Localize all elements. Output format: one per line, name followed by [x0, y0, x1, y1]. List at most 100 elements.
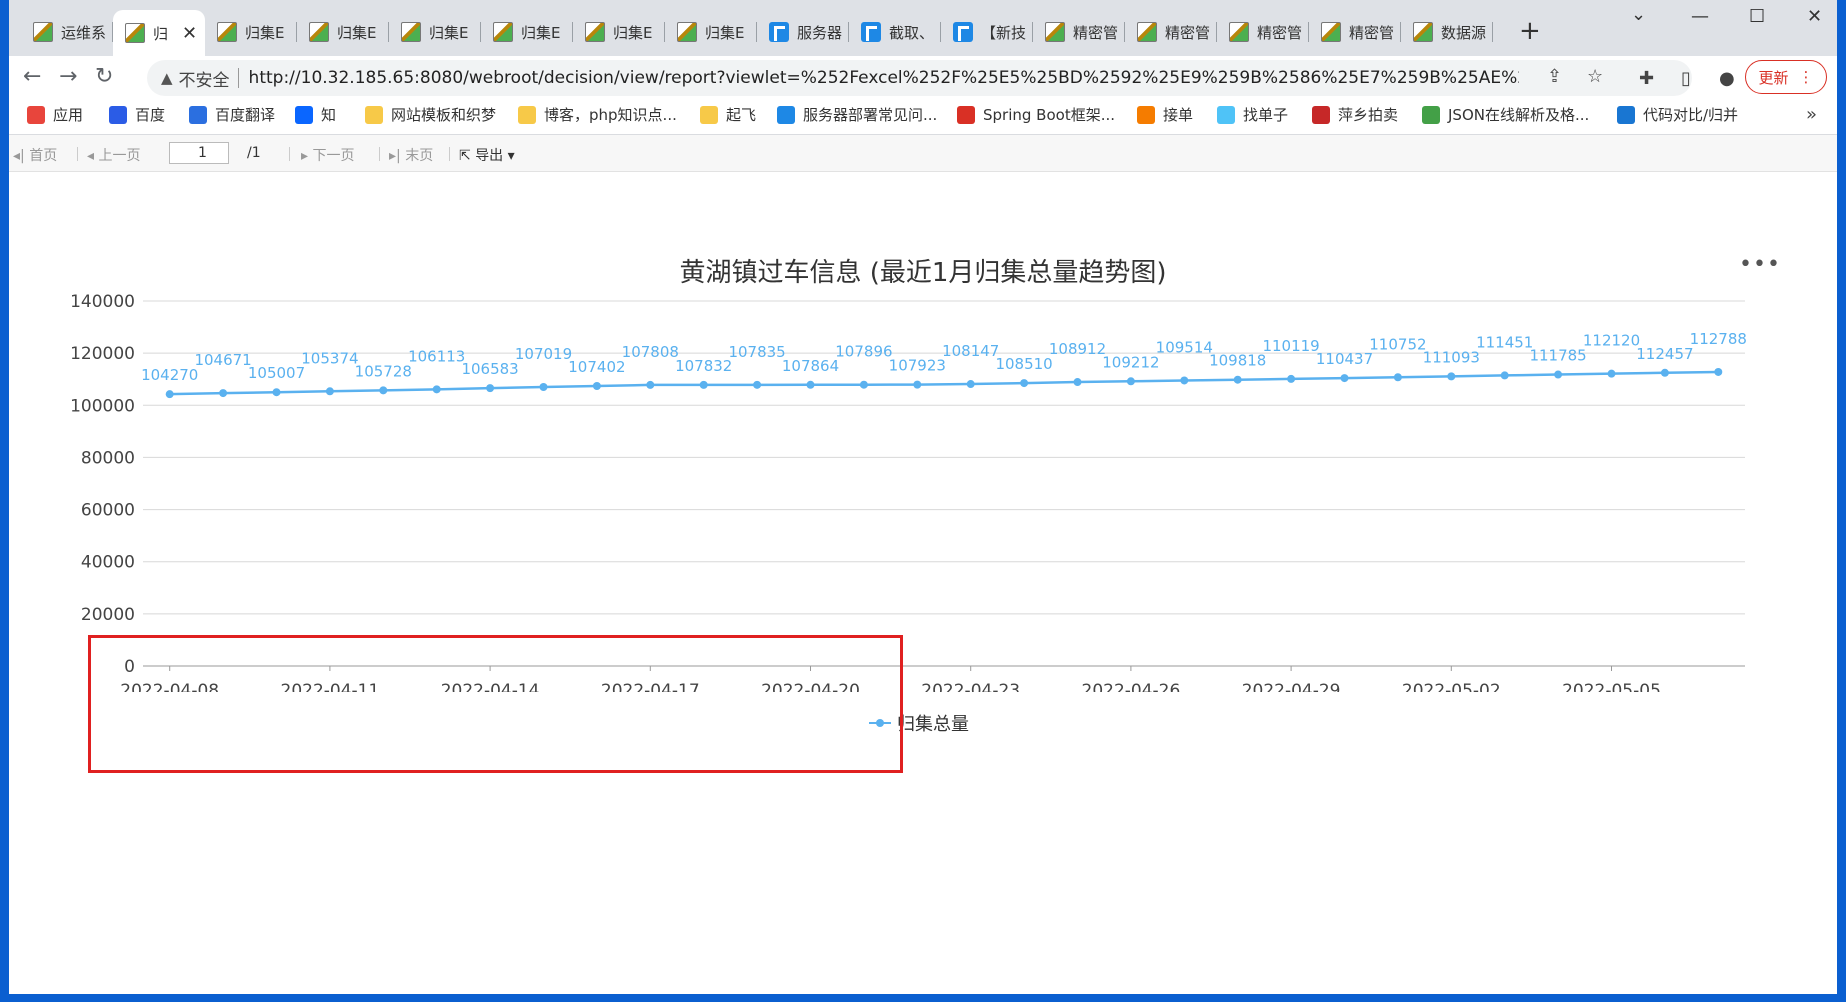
toolbar-divider — [379, 147, 380, 161]
report-toolbar: ◂| 首页 ◂ 上一页 1 /1 ▸ 下一页 ▸| 末页 ⇱ 导出 ▾ — [9, 135, 1837, 172]
profile-icon[interactable]: ● — [1719, 68, 1735, 89]
data-label: 109514 — [1156, 338, 1213, 356]
back-icon[interactable]: ← — [23, 64, 41, 89]
data-point — [325, 387, 334, 396]
finereport-icon — [861, 22, 881, 42]
toolbar-divider — [77, 147, 78, 161]
bookmark-item[interactable]: 起飞 — [700, 104, 756, 125]
data-point — [165, 390, 174, 399]
data-point — [432, 385, 441, 394]
bookmark-label: 接单 — [1163, 106, 1194, 124]
browser-tab[interactable]: 归集E — [205, 14, 297, 50]
browser-tab[interactable]: 归集E — [481, 14, 573, 50]
last-page-button[interactable]: ▸| 末页 — [389, 145, 433, 165]
bookmark-item[interactable]: 百度翻译 — [189, 104, 275, 125]
bookmark-item[interactable]: 服务器部署常见问... — [777, 104, 937, 125]
bookmark-item[interactable]: 找单子 — [1217, 104, 1288, 125]
address-bar[interactable]: ▲ 不安全 http://10.32.185.65:8080/webroot/d… — [147, 60, 1692, 96]
url-text[interactable]: http://10.32.185.65:8080/webroot/decisio… — [249, 68, 1519, 88]
data-label: 109818 — [1209, 352, 1266, 370]
update-button[interactable]: 更新 ⋮ — [1745, 60, 1827, 94]
prev-page-button[interactable]: ◂ 上一页 — [87, 145, 140, 165]
browser-tab[interactable]: 截取、 — [849, 14, 941, 50]
forward-icon[interactable]: → — [59, 64, 77, 89]
warning-icon[interactable]: ▲ — [161, 69, 173, 87]
update-label: 更新 — [1758, 68, 1789, 87]
tab-search-icon[interactable]: ⌄ — [1631, 4, 1646, 25]
x-tick-label: 2022-04-23 — [921, 681, 1020, 692]
minimize-icon[interactable]: — — [1691, 6, 1709, 27]
kebab-menu-icon: ⋮ — [1798, 68, 1814, 86]
data-point — [592, 381, 601, 390]
security-label[interactable]: 不安全 — [179, 66, 230, 91]
y-tick-label: 120000 — [70, 344, 135, 364]
browser-tab[interactable]: 归集E — [573, 14, 665, 50]
bookmark-item[interactable]: 接单 — [1137, 104, 1193, 125]
bookmarks-more-icon[interactable]: » — [1806, 104, 1817, 125]
broken-image-icon — [33, 22, 53, 42]
bookmark-item[interactable]: 代码对比/归并 — [1617, 104, 1738, 125]
bookmark-icon — [27, 105, 45, 124]
data-label: 111093 — [1423, 348, 1480, 366]
browser-tab[interactable]: 运维系 — [21, 14, 113, 50]
data-label: 106583 — [461, 360, 518, 378]
broken-image-icon — [1229, 22, 1249, 42]
first-page-button[interactable]: ◂| 首页 — [13, 145, 57, 165]
data-point — [272, 388, 281, 397]
data-label: 109212 — [1102, 353, 1159, 371]
data-label: 107019 — [515, 345, 572, 363]
close-window-icon[interactable]: ✕ — [1807, 6, 1822, 27]
data-label: 112120 — [1583, 332, 1640, 350]
data-label: 110437 — [1316, 350, 1373, 368]
browser-window: 运维系归 ✕ 归集E 归集E 归集E 归集E 归集E 归集E 服务器 截取、 【新技 精密管 精密管 精密… — [9, 0, 1837, 994]
tab-strip: 运维系归 ✕ 归集E 归集E 归集E 归集E 归集E 归集E 服务器 截取、 【新技 精密管 精密管 精密… — [9, 0, 1837, 56]
browser-tab[interactable]: 归 ✕ — [113, 10, 205, 56]
maximize-icon[interactable]: ☐ — [1749, 6, 1765, 27]
bookmark-item[interactable]: 网站模板和织梦 — [365, 104, 496, 125]
page-total: /1 — [247, 145, 261, 161]
export-button[interactable]: ⇱ 导出 ▾ — [459, 145, 515, 165]
next-page-button[interactable]: ▸ 下一页 — [301, 145, 354, 165]
broken-image-icon — [585, 22, 605, 42]
share-icon[interactable]: ⇪ — [1547, 66, 1562, 87]
data-point — [1287, 374, 1296, 383]
browser-tab[interactable]: 归集E — [389, 14, 481, 50]
browser-tab[interactable]: 精密管 — [1125, 14, 1217, 50]
data-label: 111451 — [1476, 333, 1533, 351]
new-tab-icon[interactable]: + — [1519, 16, 1541, 46]
browser-tab[interactable]: 【新技 — [941, 14, 1033, 50]
y-tick-label: 20000 — [81, 605, 135, 625]
broken-image-icon — [217, 22, 237, 42]
browser-tab[interactable]: 数据源 — [1401, 14, 1493, 50]
data-label: 107808 — [622, 343, 679, 361]
browser-tab[interactable]: 精密管 — [1309, 14, 1401, 50]
browser-tab[interactable]: 归集E — [297, 14, 389, 50]
bookmark-icon — [777, 105, 795, 124]
bookmark-icon — [295, 105, 313, 124]
next-page-label: 下一页 — [312, 148, 355, 164]
broken-image-icon — [309, 22, 329, 42]
bookmark-item[interactable]: 应用 — [27, 104, 83, 125]
bookmark-item[interactable]: 知 — [295, 104, 336, 125]
bookmark-item[interactable]: 博客，php知识点... — [518, 104, 677, 125]
data-point — [539, 382, 548, 391]
browser-tab[interactable]: 归集E — [665, 14, 757, 50]
broken-image-icon — [1413, 22, 1433, 42]
bookmark-item[interactable]: 百度 — [109, 104, 165, 125]
bookmark-label: 博客，php知识点... — [544, 106, 677, 124]
bookmark-item[interactable]: 萍乡拍卖 — [1312, 104, 1398, 125]
browser-tab[interactable]: 服务器 — [757, 14, 849, 50]
tab-close-icon[interactable]: ✕ — [182, 23, 197, 44]
data-label: 107832 — [675, 357, 732, 375]
reload-icon[interactable]: ↻ — [95, 64, 113, 89]
extensions-icon[interactable]: ✚ — [1639, 68, 1654, 89]
browser-tab[interactable]: 精密管 — [1033, 14, 1125, 50]
page-number-input[interactable]: 1 — [169, 142, 229, 164]
tab-title: 服务器 — [797, 23, 843, 42]
bookmark-item[interactable]: JSON在线解析及格... — [1422, 104, 1589, 125]
browser-tab[interactable]: 精密管 — [1217, 14, 1309, 50]
data-point — [859, 380, 868, 389]
side-panel-icon[interactable]: ▯ — [1681, 68, 1691, 89]
bookmark-item[interactable]: Spring Boot框架... — [957, 104, 1115, 125]
bookmark-star-icon[interactable]: ☆ — [1587, 66, 1603, 87]
